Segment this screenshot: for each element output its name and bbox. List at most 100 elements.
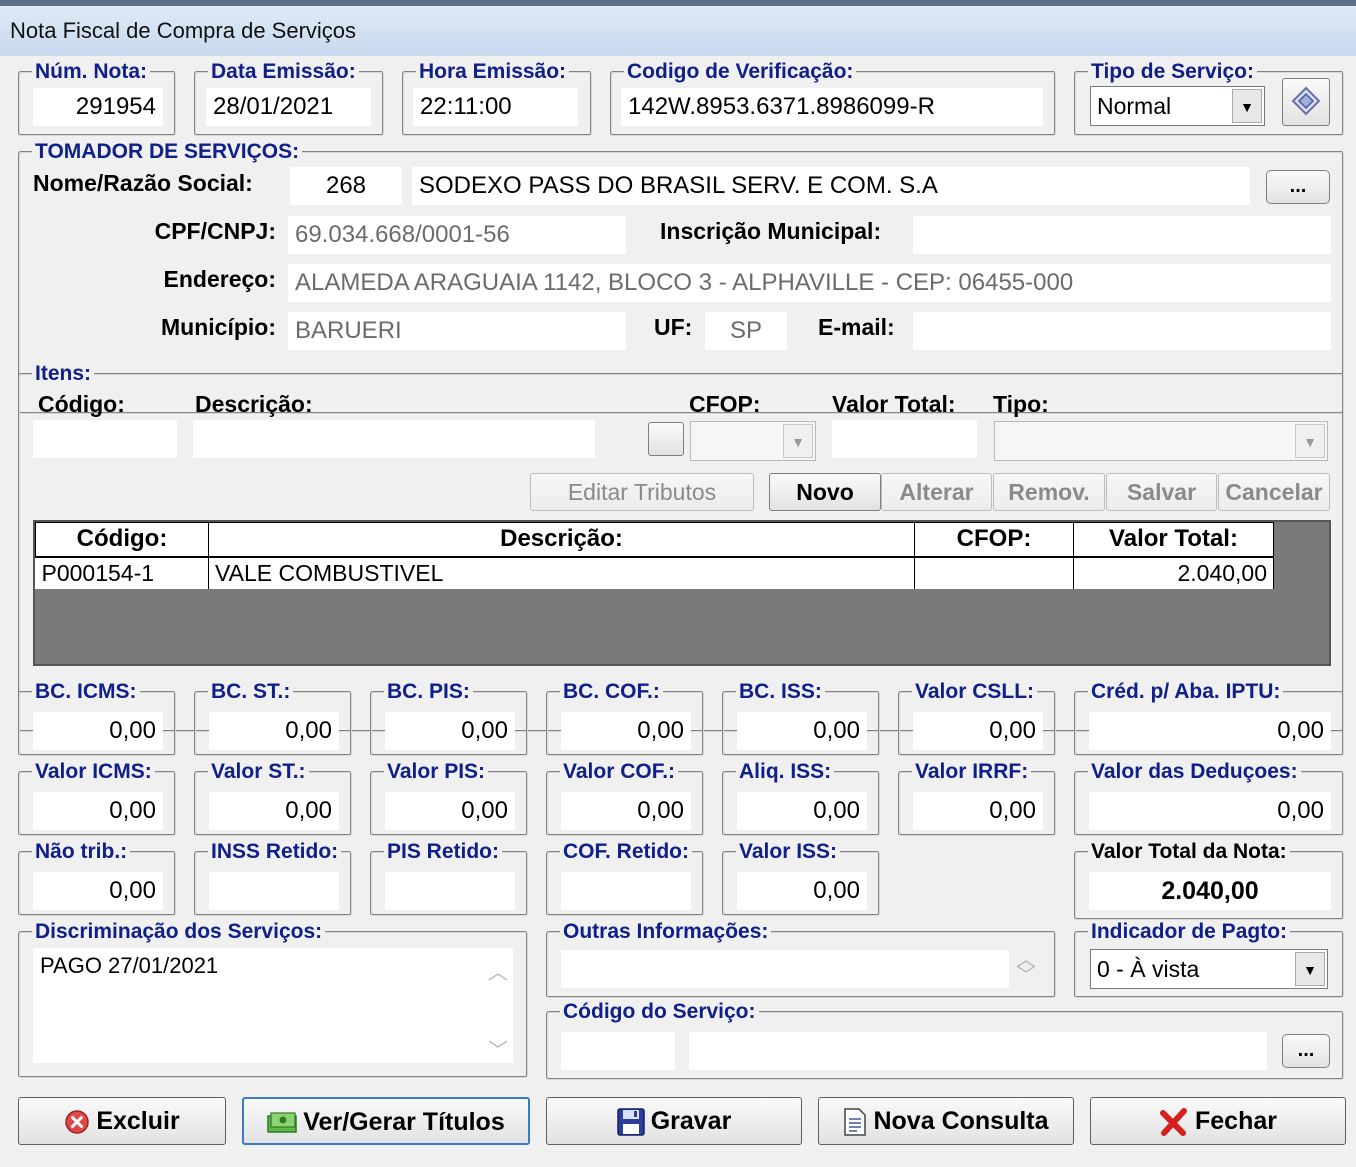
cell-valor-total: 2.040,00 [1073,556,1274,589]
valor-icms-field[interactable]: 0,00 [33,792,163,830]
discriminacao-textarea[interactable]: PAGO 27/01/2021 [33,948,513,1063]
outras-informacoes-field[interactable] [561,950,1009,988]
tipo-servico-action-button[interactable] [1282,78,1330,126]
endereco-label: Endereço: [163,266,276,292]
endereco-field[interactable]: ALAMEDA ARAGUAIA 1142, BLOCO 3 - ALPHAVI… [288,264,1331,302]
tomador-lookup-button[interactable]: ... [1266,170,1330,204]
chevron-down-icon[interactable]: ▼ [1232,89,1262,123]
num-nota-label: Núm. Nota: [35,60,147,83]
cell-cfop [914,556,1074,589]
discriminacao-scroll-up-icon[interactable]: ︿ [488,956,508,985]
hora-emissao-label: Hora Emissão: [419,60,567,83]
bc-cof-label: BC. COF.: [563,680,660,703]
valor-deducoes-label: Valor das Deduçoes: [1091,760,1298,783]
editar-tributos-button[interactable]: Editar Tributos [530,473,754,511]
item-cfop-select[interactable]: ▼ [690,421,816,461]
novo-button[interactable]: Novo [769,473,881,511]
document-icon [844,1108,867,1137]
aliq-iss-field[interactable]: 0,00 [737,792,867,830]
valor-irrf-label: Valor IRRF: [915,760,1029,783]
item-codigo-field[interactable] [33,420,177,458]
valor-st-label: Valor ST.: [211,760,306,783]
col-valor-total[interactable]: Valor Total: [1073,522,1274,558]
col-cfop[interactable]: CFOP: [914,522,1074,558]
valor-csll-field[interactable]: 0,00 [913,712,1043,750]
tomador-legend: TOMADOR DE SERVIÇOS: [35,140,300,163]
tipo-servico-select[interactable]: Normal ▼ [1090,86,1265,126]
outras-scroll-icon[interactable]: ︿ ﹀ [1016,950,1036,986]
valor-iss-field[interactable]: 0,00 [737,872,867,910]
alterar-button[interactable]: Alterar [881,473,992,511]
bc-pis-field[interactable]: 0,00 [385,712,515,750]
cancelar-button[interactable]: Cancelar [1218,473,1330,511]
valor-st-field[interactable]: 0,00 [209,792,339,830]
codigo-servico-desc-field[interactable] [689,1032,1267,1070]
chevron-down-icon[interactable]: ▼ [783,424,813,458]
fechar-button[interactable]: Fechar [1090,1097,1346,1145]
table-row[interactable]: P000154-1 VALE COMBUSTIVEL 2.040,00 [35,556,1274,589]
inss-retido-field[interactable] [209,872,339,910]
bc-st-label: BC. ST.: [211,680,291,703]
bc-iss-field[interactable]: 0,00 [737,712,867,750]
valor-cof-field[interactable]: 0,00 [561,792,691,830]
num-nota-field[interactable]: 291954 [33,88,163,126]
gravar-button[interactable]: Gravar [546,1097,802,1145]
pis-retido-field[interactable] [385,872,515,910]
discriminacao-scroll-down-icon[interactable]: ﹀ [488,1034,508,1063]
cred-iptu-label: Créd. p/ Aba. IPTU: [1091,680,1281,703]
cof-retido-field[interactable] [561,872,691,910]
col-codigo[interactable]: Código: [35,522,209,558]
indicador-pagto-select[interactable]: 0 - À vista ▼ [1090,949,1328,989]
municipio-field[interactable]: BARUERI [288,312,626,350]
valor-pis-field[interactable]: 0,00 [385,792,515,830]
email-label: E-mail: [818,314,895,340]
cpf-cnpj-label: CPF/CNPJ: [154,218,276,244]
cred-iptu-field[interactable]: 0,00 [1089,712,1331,750]
ver-gerar-titulos-button[interactable]: Ver/Gerar Títulos [242,1097,530,1145]
codigo-servico-lookup-button[interactable]: ... [1282,1034,1330,1068]
valor-deducoes-field[interactable]: 0,00 [1089,792,1331,830]
item-tipo-label: Tipo: [993,391,1049,417]
main-window: Núm. Nota: 291954 Data Emissão: 28/01/20… [0,56,1356,1167]
data-emissao-field[interactable]: 28/01/2021 [206,88,371,126]
inscricao-municipal-field[interactable] [913,216,1331,254]
title-bar: Nota Fiscal de Compra de Serviços [0,0,1356,56]
cell-codigo: P000154-1 [35,556,209,589]
valor-total-nota-field[interactable]: 2.040,00 [1089,872,1331,910]
uf-label: UF: [654,314,693,340]
codigo-verificacao-field[interactable]: 142W.8953.6371.8986099-R [621,88,1043,126]
ver-gerar-titulos-label: Ver/Gerar Títulos [303,1108,505,1136]
remover-button[interactable]: Remov. [993,473,1105,511]
salvar-button[interactable]: Salvar [1106,473,1217,511]
item-tipo-select[interactable]: ▼ [994,421,1328,461]
chevron-down-icon[interactable]: ▼ [1295,952,1325,986]
excluir-button[interactable]: Excluir [18,1097,226,1145]
email-field[interactable] [913,312,1331,350]
aliq-iss-label: Aliq. ISS: [739,760,832,783]
valor-irrf-field[interactable]: 0,00 [913,792,1043,830]
bc-st-field[interactable]: 0,00 [209,712,339,750]
item-valor-total-field[interactable] [832,420,977,458]
chevron-down-icon[interactable]: ▼ [1295,424,1325,458]
cof-retido-label: COF. Retido: [563,840,689,863]
codigo-servico-code-field[interactable] [561,1032,675,1070]
nova-consulta-label: Nova Consulta [873,1107,1049,1135]
tomador-codigo-field[interactable]: 268 [290,167,402,205]
valor-cof-label: Valor COF.: [563,760,676,783]
bc-iss-label: BC. ISS: [739,680,822,703]
item-descricao-field[interactable] [193,420,595,458]
tomador-nome-field[interactable]: SODEXO PASS DO BRASIL SERV. E COM. S.A [412,167,1250,205]
uf-field[interactable]: SP [705,312,787,350]
hora-emissao-field[interactable]: 22:11:00 [413,88,578,126]
nova-consulta-button[interactable]: Nova Consulta [818,1097,1074,1145]
codigo-servico-label: Código do Serviço: [563,1000,756,1023]
data-emissao-label: Data Emissão: [211,60,356,83]
bc-icms-field[interactable]: 0,00 [33,712,163,750]
item-cfop-lookup-button[interactable] [648,422,684,456]
bc-pis-label: BC. PIS: [387,680,470,703]
bc-cof-field[interactable]: 0,00 [561,712,691,750]
col-descricao[interactable]: Descrição: [208,522,915,558]
itens-grid[interactable]: Código: Descrição: CFOP: Valor Total: P0… [33,520,1331,666]
cpf-cnpj-field[interactable]: 69.034.668/0001-56 [288,216,626,254]
nao-trib-field[interactable]: 0,00 [33,872,163,910]
